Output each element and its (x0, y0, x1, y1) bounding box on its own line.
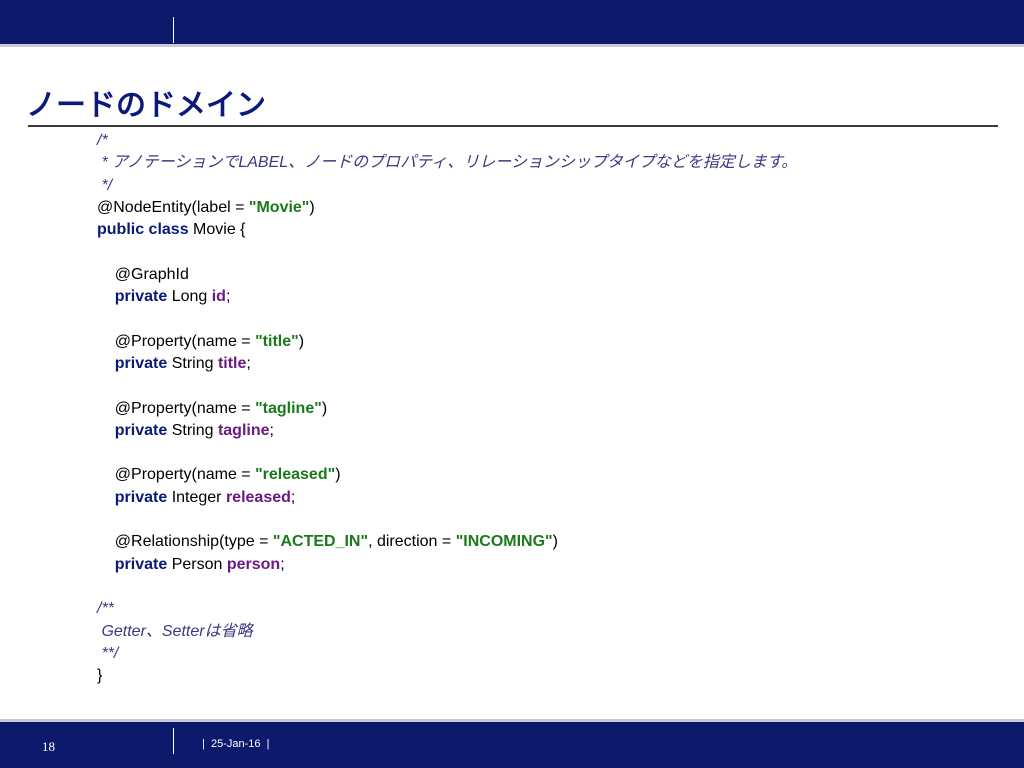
code-annotation: @Property(name = (97, 399, 256, 417)
code-keyword: private (97, 488, 168, 506)
code-text: ; (269, 421, 274, 439)
code-comment: /** (97, 600, 114, 618)
code-field: title (217, 354, 247, 372)
code-line-released-annotation: @Property(name = "released") (97, 464, 997, 486)
code-type: Person (167, 555, 227, 573)
code-annotation: @Property(name = (97, 466, 256, 484)
code-field: released (225, 488, 291, 506)
slide-title: ノードのドメイン (26, 89, 266, 122)
page-number: 18 (42, 739, 55, 754)
code-line-released-field: private Integer released; (97, 487, 997, 509)
title-rule (28, 125, 998, 127)
code-keyword: private (97, 421, 168, 439)
code-line-comment-open: /* (97, 130, 997, 152)
header-divider-tick (173, 17, 174, 43)
code-comment: */ (97, 176, 113, 194)
code-text: ) (298, 332, 305, 350)
code-text: ; (290, 488, 296, 506)
code-text: ; (246, 354, 251, 372)
code-block: /* * アノテーションでLABEL、ノードのプロパティ、リレーションシップタイ… (97, 130, 997, 687)
code-line-comment-body: * アノテーションでLABEL、ノードのプロパティ、リレーションシップタイプなど… (97, 152, 997, 174)
code-type: Integer (167, 488, 226, 506)
code-keyword: private (97, 288, 168, 306)
code-line-person-field: private Person person; (97, 554, 997, 576)
code-line-tagline-annotation: @Property(name = "tagline") (97, 398, 997, 420)
code-comment: Getter、Setterは省略 (97, 622, 253, 640)
code-line-title-annotation: @Property(name = "title") (97, 331, 997, 353)
code-text: @NodeEntity(label = (97, 198, 249, 216)
code-string: "Movie" (248, 198, 310, 216)
code-comment: * アノテーションでLABEL、ノードのプロパティ、リレーションシップタイプなど… (97, 154, 798, 172)
code-field: tagline (217, 421, 270, 439)
code-line-graph-id: @GraphId (97, 264, 997, 286)
code-line-doc-close: **/ (97, 643, 997, 665)
code-line-comment-close: */ (97, 175, 997, 197)
code-string: "ACTED_IN" (272, 533, 369, 551)
code-text: ; (225, 288, 231, 306)
code-line-id-field: private Long id; (97, 286, 997, 308)
code-text: Movie { (188, 221, 246, 239)
code-keyword: private (97, 555, 168, 573)
code-string: "title" (255, 332, 299, 350)
code-text: ) (309, 198, 315, 216)
footer-date: | 25-Jan-16 | (202, 738, 270, 750)
code-comment: **/ (97, 644, 119, 662)
code-field: id (211, 288, 226, 306)
code-text: ) (335, 466, 341, 484)
code-type: String (167, 354, 218, 372)
code-field: person (226, 555, 281, 573)
code-annotation: @GraphId (97, 265, 189, 283)
header-underline (0, 44, 1024, 47)
code-line-class-close: } (97, 665, 997, 687)
footer-divider-tick (173, 728, 174, 754)
footer-bar (0, 722, 1024, 768)
code-annotation: @Relationship(type = (97, 533, 273, 551)
code-line-class-decl: public class Movie { (97, 219, 997, 241)
code-string: "INCOMING" (455, 533, 553, 551)
code-text: } (97, 667, 103, 685)
code-text: , direction = (368, 533, 456, 551)
code-keyword: private (97, 354, 168, 372)
code-string: "released" (255, 466, 336, 484)
code-line-doc-open: /** (97, 598, 997, 620)
code-text: ) (321, 399, 328, 417)
code-line-relationship-annotation: @Relationship(type = "ACTED_IN", directi… (97, 531, 997, 553)
code-comment: /* (97, 132, 108, 149)
code-string: "tagline" (255, 399, 322, 417)
code-annotation: @Property(name = (97, 332, 256, 350)
header-bar (0, 0, 1024, 44)
code-text: ) (552, 533, 558, 551)
code-type: String (167, 421, 218, 439)
code-type: Long (167, 288, 212, 306)
code-line-tagline-field: private String tagline; (97, 420, 997, 442)
code-keyword: public class (97, 221, 189, 239)
code-line-title-field: private String title; (97, 353, 997, 375)
code-line-doc-body: Getter、Setterは省略 (97, 621, 997, 643)
code-text: ; (280, 555, 285, 573)
code-line-node-entity: @NodeEntity(label = "Movie") (97, 197, 997, 219)
